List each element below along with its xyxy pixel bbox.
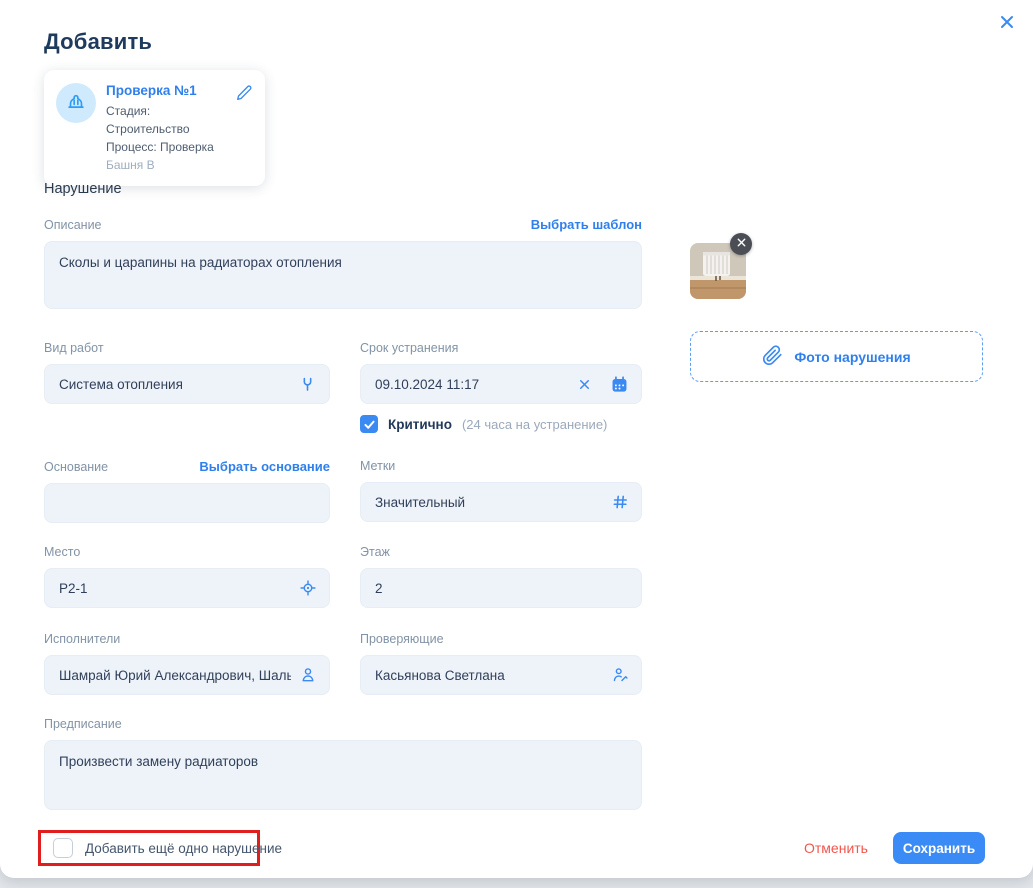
place-input[interactable] [59, 581, 291, 596]
save-button[interactable]: Сохранить [893, 832, 985, 864]
annotation-highlight: Добавить ещё одно нарушение [38, 830, 260, 866]
violation-form: Нарушение Описание Выбрать шаблон Сколы … [44, 181, 642, 815]
inspectors-input[interactable] [375, 668, 603, 683]
wrench-icon[interactable] [298, 375, 317, 394]
locate-icon[interactable] [299, 579, 317, 597]
deadline-input[interactable] [375, 377, 569, 392]
deadline-label: Срок устранения [360, 341, 458, 355]
inspectors-label: Проверяющие [360, 632, 444, 646]
executors-input[interactable] [59, 668, 291, 683]
hard-hat-icon [56, 83, 96, 123]
prescription-label: Предписание [44, 717, 122, 731]
select-basis-link[interactable]: Выбрать основание [199, 459, 330, 474]
hash-icon[interactable] [611, 493, 629, 511]
add-another-checkbox[interactable] [53, 838, 73, 858]
description-textarea[interactable]: Сколы и царапины на радиаторах отопления [44, 241, 642, 309]
work-type-label: Вид работ [44, 341, 104, 355]
photo-thumbnail[interactable] [690, 243, 746, 299]
inspection-card: Проверка №1 Стадия: Строительство Процес… [44, 70, 265, 186]
person-edit-icon[interactable] [611, 666, 629, 684]
person-icon[interactable] [299, 666, 317, 684]
basis-input[interactable] [59, 496, 317, 511]
inspection-process: Процесс: Проверка [106, 138, 235, 156]
inspection-stage: Стадия: Строительство [106, 102, 235, 138]
place-label: Место [44, 545, 80, 559]
add-another-label: Добавить ещё одно нарушение [85, 841, 282, 856]
executors-label: Исполнители [44, 632, 120, 646]
attach-photo-button[interactable]: Фото нарушения [690, 331, 983, 382]
prescription-textarea[interactable]: Произвести заменy радиаторов [44, 740, 642, 810]
tags-label: Метки [360, 459, 395, 473]
close-icon [997, 12, 1017, 37]
calendar-icon[interactable] [610, 375, 629, 394]
remove-photo-button[interactable] [730, 233, 752, 255]
select-template-link[interactable]: Выбрать шаблон [531, 217, 642, 232]
page-title: Добавить [44, 29, 152, 55]
remove-x-icon [736, 235, 747, 253]
description-label: Описание [44, 218, 102, 232]
critical-checkbox[interactable] [360, 415, 378, 433]
edit-inspection-button[interactable] [235, 84, 253, 107]
inspection-title[interactable]: Проверка №1 [106, 83, 235, 98]
clear-x-icon[interactable] [577, 377, 592, 392]
pencil-icon [235, 89, 253, 106]
work-type-input[interactable] [59, 377, 290, 392]
basis-label: Основание [44, 460, 108, 474]
paperclip-icon [762, 345, 783, 369]
critical-label: Критично [388, 417, 452, 432]
attach-photo-label: Фото нарушения [794, 349, 910, 365]
cancel-button[interactable]: Отменить [798, 840, 874, 856]
close-button[interactable] [995, 12, 1019, 36]
add-violation-modal: Добавить Проверка №1 Стадия: Строительст… [0, 0, 1033, 878]
floor-input[interactable] [375, 581, 629, 596]
tags-input[interactable] [375, 495, 603, 510]
floor-label: Этаж [360, 545, 390, 559]
inspection-building: Башня В [106, 156, 235, 174]
section-title-violation: Нарушение [44, 181, 642, 197]
critical-hint: (24 часа на устранение) [462, 417, 607, 432]
